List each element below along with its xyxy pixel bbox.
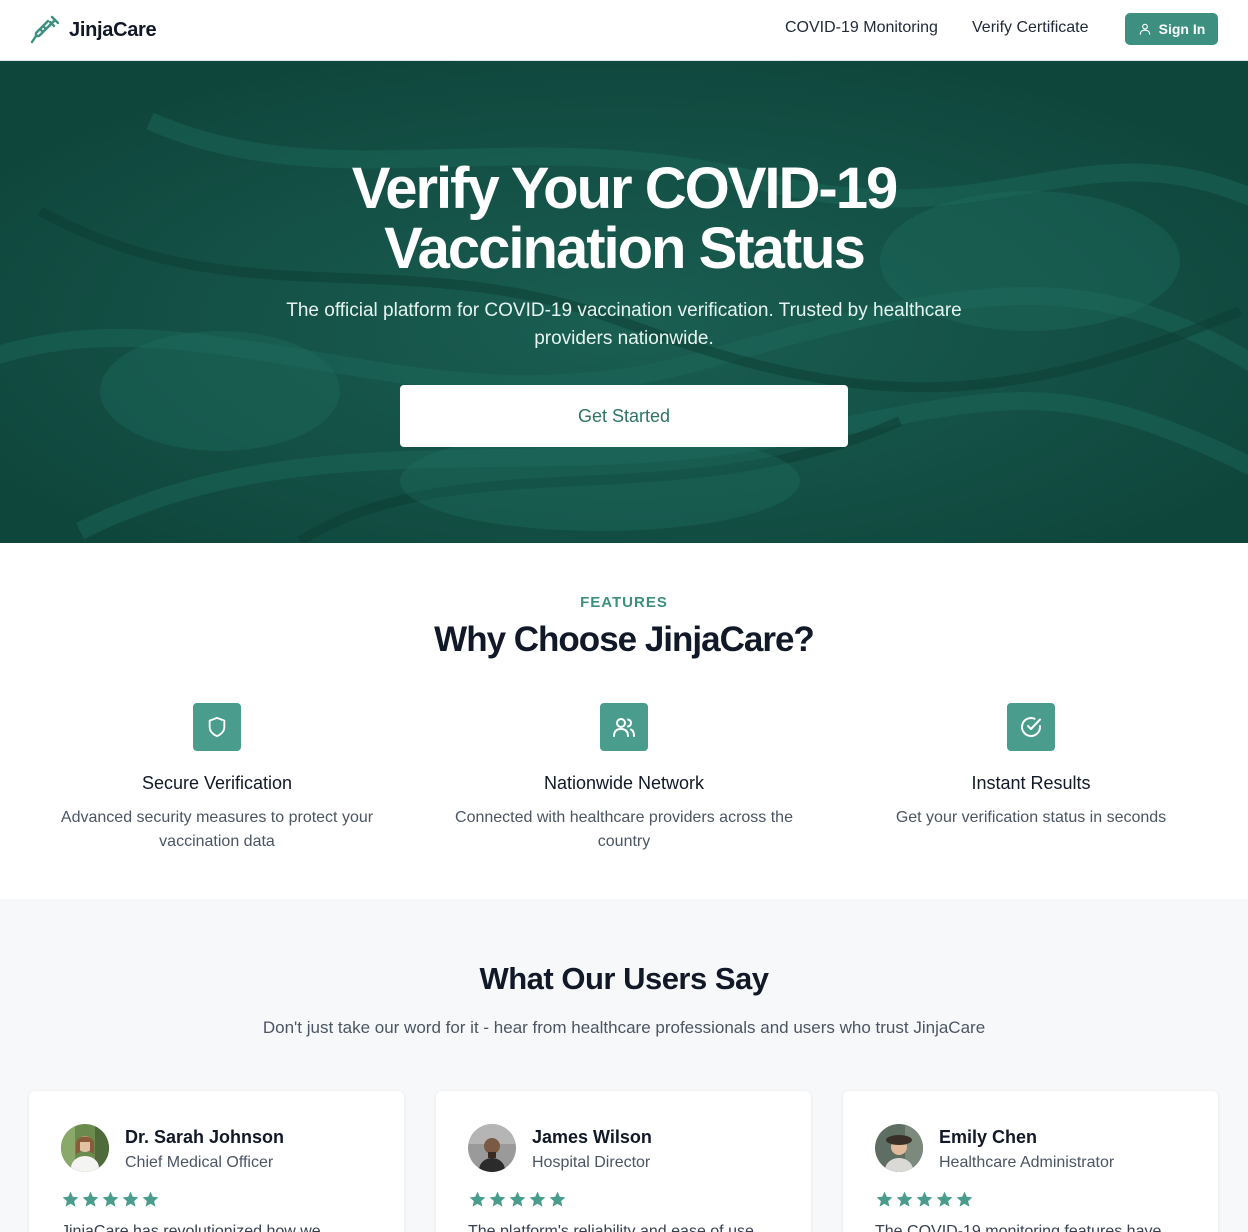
sign-in-label: Sign In	[1158, 21, 1206, 37]
avatar	[61, 1124, 109, 1172]
feature-icon-box	[1007, 703, 1055, 751]
testimonial-quote: The COVID-19 monitoring features have	[875, 1223, 1162, 1232]
shield-icon	[208, 716, 226, 738]
features-title: Why Choose JinjaCare?	[434, 620, 815, 659]
hero-title-line-2: Vaccination Status	[384, 216, 866, 281]
star-icon	[62, 1191, 79, 1207]
avatar-photo	[468, 1124, 516, 1172]
testimonial-role: Chief Medical Officer	[125, 1154, 274, 1171]
testimonial-card: Dr. Sarah Johnson Chief Medical Officer …	[29, 1091, 404, 1232]
feature-icon-box	[600, 703, 648, 751]
testimonial-name: Dr. Sarah Johnson	[125, 1127, 285, 1147]
nav-link-verify-certificate[interactable]: Verify Certificate	[972, 19, 1088, 37]
star-icon	[509, 1191, 526, 1207]
brand-name: JinjaCare	[69, 18, 157, 41]
testimonial-card: James Wilson Hospital Director The platf…	[436, 1091, 811, 1232]
star-icon	[956, 1191, 973, 1207]
get-started-button[interactable]: Get Started	[400, 385, 848, 447]
avatar-photo	[875, 1124, 923, 1172]
star-rating	[468, 1190, 568, 1209]
hero-title: Verify Your COVID-19 Vaccination Status	[0, 159, 1248, 279]
check-circle-icon	[1021, 717, 1041, 737]
feature-name: Instant Results	[971, 773, 1091, 793]
avatar-photo	[61, 1124, 109, 1172]
testimonial-name: Emily Chen	[939, 1127, 1038, 1147]
star-icon	[489, 1191, 506, 1207]
testimonial-quote: JinjaCare has revolutionized how we	[61, 1223, 321, 1232]
testimonial-quote: The platform's reliability and ease of u…	[468, 1223, 754, 1232]
star-icon	[876, 1191, 893, 1207]
star-icon	[896, 1191, 913, 1207]
user-icon	[1139, 23, 1150, 35]
testimonial-role: Hospital Director	[532, 1154, 651, 1171]
features-kicker: FEATURES	[580, 594, 668, 611]
star-icon	[82, 1191, 99, 1207]
testimonial-card: Emily Chen Healthcare Administrator The …	[843, 1091, 1218, 1232]
hero-section: Verify Your COVID-19 Vaccination Status …	[0, 61, 1248, 543]
star-icon	[916, 1191, 933, 1207]
avatar	[468, 1124, 516, 1172]
users-icon	[613, 718, 635, 737]
feature-card-secure-verification: Secure Verification Advanced security me…	[37, 703, 397, 854]
testimonials-subtitle: Don't just take our word for it - hear f…	[262, 1018, 986, 1037]
star-rating	[875, 1190, 975, 1209]
feature-card-instant-results: Instant Results Get your verification st…	[851, 703, 1211, 830]
feature-icon-box	[193, 703, 241, 751]
feature-name: Secure Verification	[141, 773, 293, 793]
star-icon	[142, 1191, 159, 1207]
testimonial-name: James Wilson	[532, 1127, 652, 1147]
star-icon	[936, 1191, 953, 1207]
feature-description: Connected with healthcare providers acro…	[455, 809, 793, 850]
feature-description: Get your verification status in seconds	[895, 809, 1167, 826]
sign-in-button[interactable]: Sign In	[1125, 13, 1218, 45]
nav-link-covid-monitoring[interactable]: COVID-19 Monitoring	[785, 19, 938, 37]
syringe-icon	[30, 15, 60, 44]
avatar	[875, 1124, 923, 1172]
hero-subtitle: The official platform for COVID-19 vacci…	[286, 300, 962, 349]
hero-title-line-1: Verify Your COVID-19	[351, 156, 899, 221]
testimonial-role: Healthcare Administrator	[939, 1154, 1115, 1171]
feature-card-nationwide-network: Nationwide Network Connected with health…	[444, 703, 804, 854]
testimonials-section: What Our Users Say Don't just take our w…	[0, 899, 1248, 1232]
testimonials-title: What Our Users Say	[479, 961, 769, 996]
feature-description: Advanced security measures to protect yo…	[60, 809, 374, 850]
feature-name: Nationwide Network	[543, 773, 705, 793]
star-icon	[469, 1191, 486, 1207]
top-navbar: JinjaCare COVID-19 Monitoring Verify Cer…	[0, 0, 1248, 61]
star-rating	[61, 1190, 161, 1209]
brand-logo[interactable]: JinjaCare	[30, 14, 157, 46]
star-icon	[529, 1191, 546, 1207]
star-icon	[122, 1191, 139, 1207]
star-icon	[102, 1191, 119, 1207]
star-icon	[549, 1191, 566, 1207]
